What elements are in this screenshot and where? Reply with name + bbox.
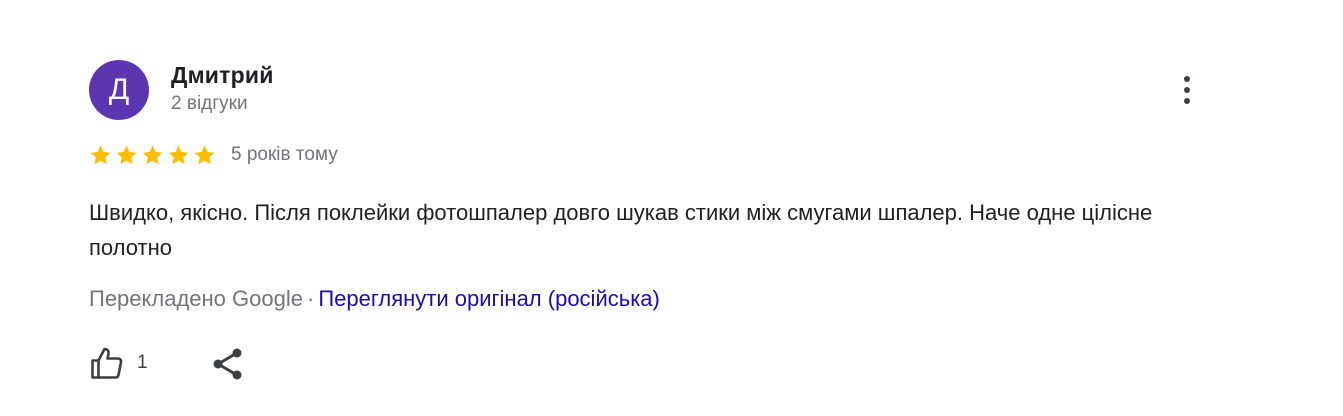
more-vert-icon-dot xyxy=(1184,87,1190,93)
avatar-letter: Д xyxy=(108,73,130,106)
reviewer-review-count: 2 відгуки xyxy=(171,93,248,114)
star-rating xyxy=(88,143,217,168)
separator-dot: · xyxy=(306,286,315,311)
review-time-ago: 5 років тому xyxy=(231,144,338,165)
translation-line: Перекладено Google · Переглянути оригінал … xyxy=(89,286,660,312)
review-text: Швидко, якісно. Після поклейки фотошпале… xyxy=(89,200,1153,260)
reviewer-name[interactable]: Дмитрий xyxy=(171,62,274,89)
review-card: Д Дмитрий 2 відгуки 5 років тому Швидко,… xyxy=(0,0,1343,416)
like-count: 1 xyxy=(137,352,148,373)
star-icon xyxy=(116,145,137,165)
like-button[interactable]: 1 xyxy=(89,344,148,382)
thumb-up-icon xyxy=(91,347,123,379)
star-icon xyxy=(142,145,163,165)
star-icon xyxy=(194,145,215,165)
view-original-link[interactable]: Переглянути оригінал (російська) xyxy=(318,286,660,311)
avatar[interactable]: Д xyxy=(89,60,149,120)
share-icon xyxy=(213,348,242,380)
star-icon xyxy=(168,145,189,165)
more-options-button[interactable] xyxy=(1170,70,1204,110)
more-vert-icon xyxy=(1184,76,1190,82)
star-icon xyxy=(90,145,111,165)
translated-by-label: Перекладено Google xyxy=(89,286,303,311)
share-button[interactable] xyxy=(210,346,246,382)
more-vert-icon-dot xyxy=(1184,98,1190,104)
